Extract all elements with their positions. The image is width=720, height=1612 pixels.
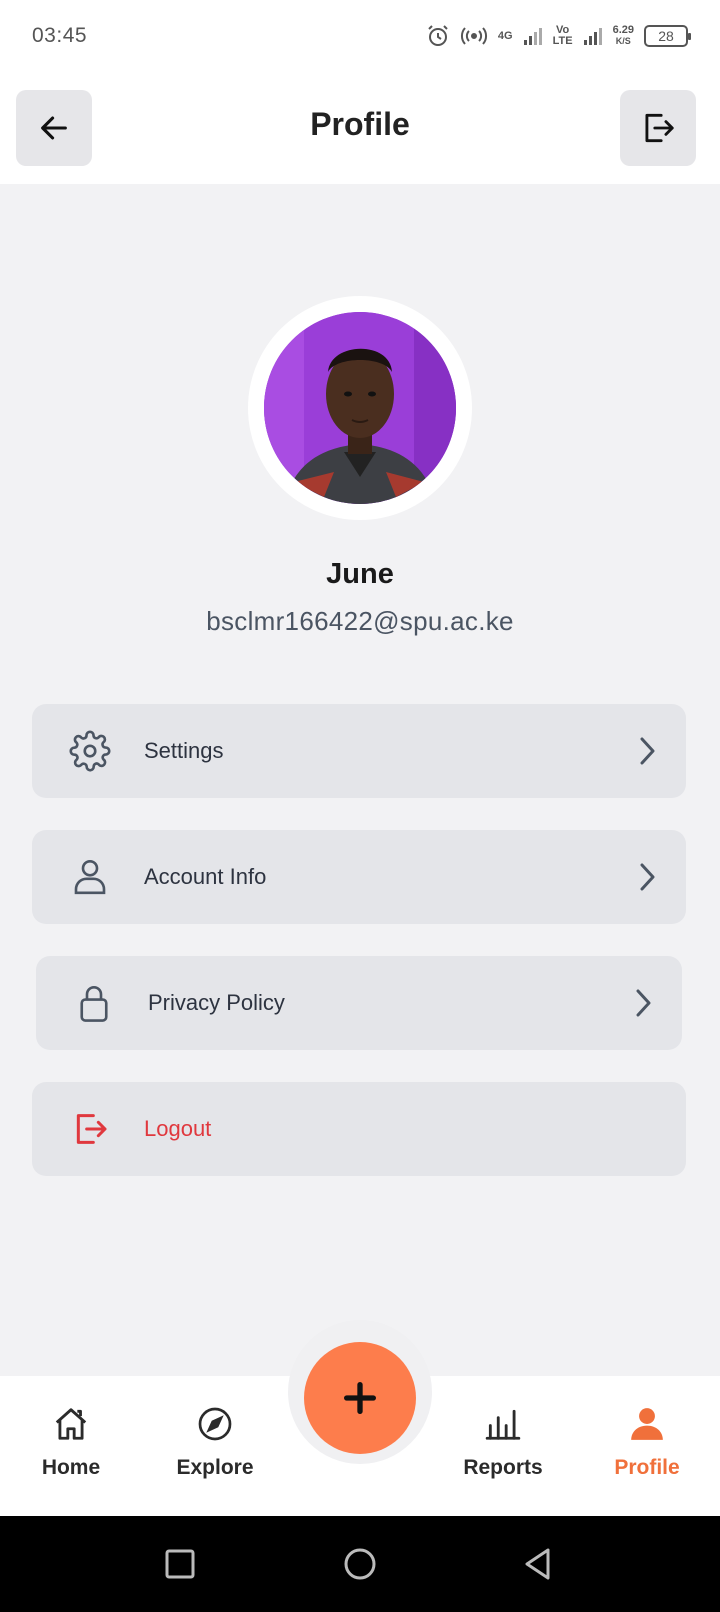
status-icons: 4G Vo LTE 6.29 K/S 28 bbox=[426, 24, 691, 48]
nav-explore-label: Explore bbox=[176, 1456, 254, 1479]
app-header: Profile bbox=[0, 72, 720, 184]
logout-label: Logout bbox=[144, 1116, 212, 1141]
nav-profile[interactable]: Profile bbox=[592, 1404, 702, 1480]
avatar-ring bbox=[248, 296, 472, 520]
plus-icon bbox=[344, 1382, 376, 1414]
chevron-right-icon bbox=[628, 983, 658, 1023]
signal-2-icon bbox=[583, 26, 603, 46]
hotspot-icon bbox=[460, 26, 488, 46]
nav-home[interactable]: Home bbox=[16, 1404, 126, 1480]
net-speed-value: 6.29 bbox=[612, 24, 634, 36]
chevron-right-icon bbox=[632, 857, 662, 897]
add-button[interactable] bbox=[304, 1342, 416, 1454]
settings-label: Settings bbox=[144, 738, 224, 763]
user-email: bsclmr166422@spu.ac.ke bbox=[206, 606, 514, 636]
network-type: 4G bbox=[497, 29, 513, 42]
square-icon bbox=[165, 1549, 195, 1579]
signal-icon bbox=[523, 26, 543, 46]
home-system-button[interactable] bbox=[340, 1544, 380, 1584]
alarm-icon bbox=[426, 24, 450, 48]
avatar-photo bbox=[264, 312, 456, 504]
back-system-button[interactable] bbox=[518, 1544, 558, 1584]
nav-profile-label: Profile bbox=[614, 1456, 680, 1479]
bar-chart-icon bbox=[483, 1404, 523, 1444]
privacy-policy-label: Privacy Policy bbox=[148, 990, 285, 1015]
lock-icon bbox=[66, 975, 122, 1031]
network-4g-label: 4G bbox=[497, 29, 513, 42]
nav-reports-label: Reports bbox=[463, 1456, 543, 1479]
triangle-back-icon bbox=[525, 1548, 550, 1580]
net-speed: 6.29 K/S bbox=[613, 25, 634, 47]
header-logout-button[interactable] bbox=[620, 90, 696, 166]
logout-icon bbox=[645, 113, 674, 143]
status-time: 03:45 bbox=[32, 24, 88, 47]
home-icon bbox=[51, 1404, 91, 1444]
net-speed-unit: K/S bbox=[615, 36, 631, 46]
user-name: June bbox=[326, 558, 394, 590]
page-title: Profile bbox=[310, 106, 410, 142]
system-nav-bar bbox=[0, 1516, 720, 1612]
logout-icon bbox=[62, 1101, 118, 1157]
menu-item-account-info[interactable]: Account Info bbox=[32, 830, 686, 924]
circle-icon bbox=[344, 1548, 376, 1580]
nav-home-label: Home bbox=[41, 1456, 101, 1479]
person-icon bbox=[627, 1404, 667, 1444]
recents-button[interactable] bbox=[160, 1544, 200, 1584]
gear-icon bbox=[62, 723, 118, 779]
battery-icon: 28 bbox=[644, 25, 691, 47]
volte-label: Vo LTE bbox=[553, 25, 573, 47]
menu-item-privacy-policy[interactable]: Privacy Policy bbox=[36, 956, 682, 1050]
account-info-label: Account Info bbox=[144, 864, 267, 889]
user-icon bbox=[62, 849, 118, 905]
nav-reports[interactable]: Reports bbox=[448, 1404, 558, 1480]
volte-bottom: LTE bbox=[552, 35, 573, 47]
menu-item-settings[interactable]: Settings bbox=[32, 704, 686, 798]
status-bar: 03:45 4G Vo LTE 6.29 K/S 28 bbox=[0, 0, 720, 72]
chevron-right-icon bbox=[632, 731, 662, 771]
nav-explore[interactable]: Explore bbox=[160, 1404, 270, 1480]
compass-icon bbox=[195, 1404, 235, 1444]
avatar[interactable] bbox=[264, 312, 456, 504]
battery-level: 28 bbox=[658, 28, 674, 44]
menu-item-logout[interactable]: Logout bbox=[32, 1082, 686, 1176]
